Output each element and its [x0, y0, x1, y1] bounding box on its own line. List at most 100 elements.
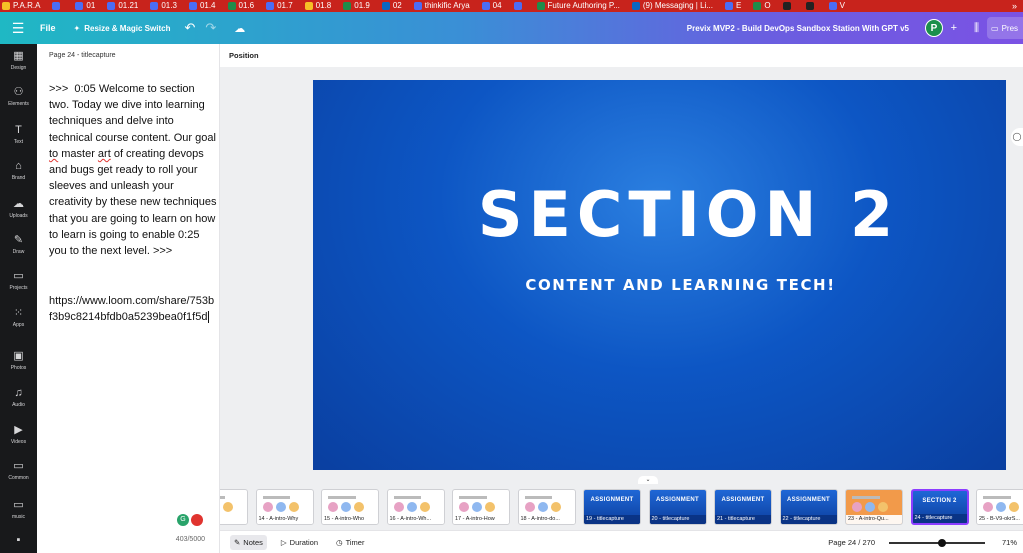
- uploads-icon: ☁: [13, 198, 24, 210]
- thumbnail-preview: [262, 496, 309, 514]
- position-button[interactable]: Position: [220, 44, 1023, 67]
- slide-canvas[interactable]: SECTION 2 CONTENT AND LEARNING TECH!: [313, 80, 1006, 470]
- zoom-slider[interactable]: [889, 539, 985, 547]
- bookmark-item[interactable]: 01: [75, 0, 103, 12]
- page-thumbnail[interactable]: ASSIGNMENT 20 - titlecapture: [648, 489, 707, 525]
- rail-item-music[interactable]: ▭ music: [0, 499, 37, 520]
- page-thumbnail[interactable]: 15 - A-intro-Who: [321, 489, 379, 525]
- page-thumbnail[interactable]: 16 - A-intro-Wh...: [386, 489, 445, 525]
- avatar[interactable]: P: [925, 19, 943, 37]
- design-icon: ▦: [13, 50, 24, 62]
- loom-link[interactable]: https://www.loom.com/share/753bf3b9c8214…: [49, 295, 214, 323]
- menu-icon[interactable]: ☰: [0, 20, 36, 37]
- page-thumbnail[interactable]: 17 - A-intro-How: [452, 489, 510, 525]
- rail-item-elements[interactable]: ⚇ Elements: [0, 86, 37, 107]
- page-thumbnail[interactable]: 18 - A-intro-do...: [517, 489, 576, 525]
- bookmark-item[interactable]: P.A.R.A: [2, 0, 48, 12]
- draw-icon: ✎: [13, 234, 24, 246]
- spellcheck-word[interactable]: to: [49, 148, 58, 160]
- grammar-extension-icon[interactable]: G: [177, 514, 189, 526]
- duration-button[interactable]: ▷ Duration: [277, 535, 322, 550]
- bookmark-favicon-icon: [782, 2, 791, 10]
- page-thumbnail[interactable]: ASSIGNMENT 19 - titlecapture: [583, 489, 641, 525]
- rail-item-text[interactable]: T Text: [0, 124, 37, 145]
- record-extension-icon[interactable]: [191, 514, 203, 526]
- timer-button[interactable]: ◷ Timer: [332, 535, 368, 550]
- thumbnail-heading: ASSIGNMENT: [655, 497, 699, 503]
- slide-title[interactable]: SECTION 2: [313, 178, 1006, 251]
- rail-item-extra[interactable]: ▪: [0, 534, 37, 549]
- rail-item-photos[interactable]: ▣ Photos: [0, 350, 37, 371]
- rail-item-apps[interactable]: ⁙ Apps: [0, 307, 37, 328]
- rail-item-audio[interactable]: ♫ Audio: [0, 387, 37, 408]
- rail-item-projects[interactable]: ▭ Projects: [0, 270, 37, 291]
- rail-item-design[interactable]: ▦ Design: [0, 50, 37, 71]
- bookmark-favicon-icon: [343, 2, 352, 10]
- projects-icon: ▭: [13, 270, 24, 282]
- zoom-value[interactable]: 71%: [1002, 538, 1017, 547]
- page-thumbnail[interactable]: -Why: [220, 489, 248, 525]
- thumbnail-preview: [220, 496, 243, 514]
- rail-item-brand[interactable]: ⌂ Brand: [0, 160, 37, 181]
- bookmark-item[interactable]: E: [725, 0, 749, 12]
- bookmark-item[interactable]: 01.3: [150, 0, 185, 12]
- design-title[interactable]: Previx MVP2 - Build DevOps Sandbox Stati…: [687, 24, 909, 33]
- bookmark-item[interactable]: 01.6: [227, 0, 263, 12]
- slide-subtitle[interactable]: CONTENT AND LEARNING TECH!: [313, 276, 1006, 294]
- bookmark-favicon-icon: [52, 2, 61, 10]
- insights-icon[interactable]: ⫼: [974, 22, 979, 35]
- notes-label: Notes: [243, 537, 263, 547]
- bookmark-item[interactable]: V: [828, 0, 853, 12]
- bookmark-item[interactable]: 01.8: [304, 0, 340, 12]
- cloud-save-icon[interactable]: ☁: [234, 22, 245, 35]
- thumbnail-heading: ASSIGNMENT: [786, 497, 830, 503]
- page-thumbnail[interactable]: ASSIGNMENT 21 - titlecapture: [714, 489, 772, 525]
- collapse-filmstrip-icon[interactable]: ⌄: [638, 476, 658, 484]
- rail-item-common[interactable]: ▭ Common: [0, 460, 37, 481]
- bookmark-item[interactable]: 01.9: [343, 0, 378, 12]
- bookmarks-overflow-button[interactable]: »: [1012, 0, 1017, 12]
- bookmark-item[interactable]: (9) Messaging | Li...: [631, 0, 721, 12]
- bookmark-item[interactable]: Future Authoring P...: [536, 0, 628, 12]
- bookmark-item[interactable]: [52, 2, 71, 10]
- notes-button[interactable]: ✎ Notes: [230, 534, 267, 550]
- rail-item-label: music: [11, 514, 26, 520]
- redo-icon[interactable]: ↷: [205, 20, 216, 36]
- bookmark-item[interactable]: [782, 2, 802, 10]
- page-indicator[interactable]: Page 24 / 270: [828, 538, 875, 547]
- present-button[interactable]: ▭ Pres: [987, 17, 1023, 39]
- page-thumbnail[interactable]: 25 - B-V9-okrS...: [976, 489, 1023, 525]
- notes-text[interactable]: >>> 0:05 Welcome to section two. Today w…: [49, 81, 217, 259]
- rail-item-label: Apps: [12, 322, 25, 328]
- bookmark-item[interactable]: 01.21: [107, 0, 146, 12]
- duration-icon: ▷: [280, 537, 287, 547]
- bookmark-favicon-icon: [631, 2, 640, 10]
- rail-item-uploads[interactable]: ☁ Uploads: [0, 198, 37, 219]
- file-menu-button[interactable]: File: [40, 23, 56, 33]
- bookmark-item[interactable]: [513, 2, 533, 10]
- page-thumbnail[interactable]: SECTION 2 24 - titlecapture: [910, 489, 969, 525]
- bookmark-item[interactable]: 02: [381, 0, 410, 12]
- page-thumbnail[interactable]: ASSIGNMENT 22 - titlecapture: [779, 489, 838, 525]
- thumbnail-caption: 14 - A-intro-Why: [256, 515, 313, 524]
- bookmark-item[interactable]: thinkific Arya: [413, 0, 478, 12]
- undo-icon[interactable]: ↶: [184, 20, 195, 36]
- bookmark-item[interactable]: 01.4: [188, 0, 224, 12]
- bookmark-item[interactable]: O: [753, 0, 778, 12]
- rail-item-draw[interactable]: ✎ Draw: [0, 234, 37, 255]
- page-thumbnail[interactable]: 23 - A-intro-Qu...: [845, 489, 903, 525]
- zoom-slider-handle[interactable]: [937, 539, 946, 547]
- bookmark-item[interactable]: [805, 2, 825, 10]
- share-plus-icon[interactable]: +: [951, 22, 957, 34]
- bookmark-item[interactable]: 04: [481, 0, 510, 12]
- resize-magic-switch-button[interactable]: ✦ Resize & Magic Switch: [74, 24, 171, 33]
- page-thumbnail[interactable]: 14 - A-intro-Why: [255, 489, 314, 525]
- rail-item-videos[interactable]: ▶ Videos: [0, 424, 37, 445]
- spellcheck-word[interactable]: art: [98, 148, 111, 160]
- bookmark-item[interactable]: 01.7: [266, 0, 301, 12]
- apps-icon: ⁙: [13, 307, 24, 319]
- bookmark-label: 02: [392, 1, 402, 10]
- comment-icon[interactable]: ◯: [1011, 128, 1023, 146]
- rail-item-label: Brand: [11, 175, 26, 181]
- notes-link-text[interactable]: https://www.loom.com/share/753bf3b9c8214…: [49, 293, 217, 325]
